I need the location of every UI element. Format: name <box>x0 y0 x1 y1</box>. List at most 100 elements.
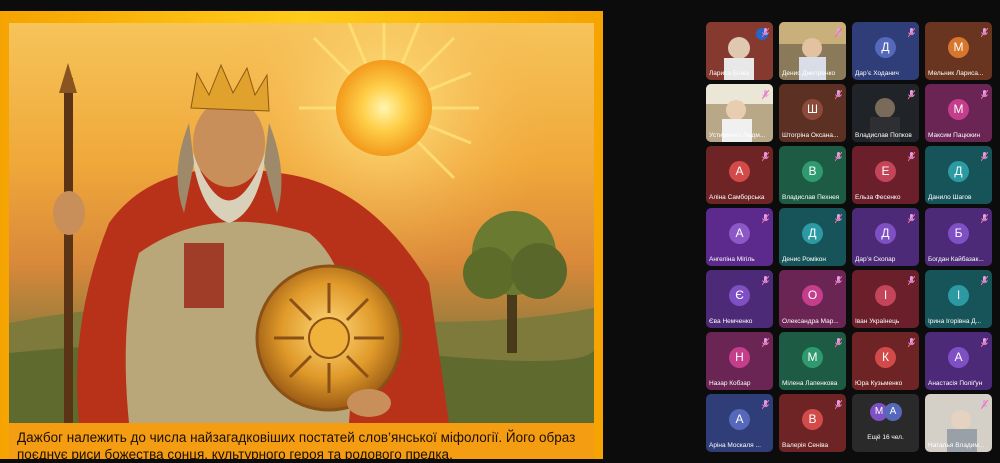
mic-muted-icon <box>761 335 770 348</box>
mic-muted-icon <box>980 87 989 100</box>
participant-tile-28[interactable]: Наталья Владим... <box>925 394 992 452</box>
participant-tile-15[interactable]: Д Дар’я Скопар <box>852 208 919 266</box>
mic-muted-icon <box>980 25 989 38</box>
participant-tile-14[interactable]: Д Денис Ромікон <box>779 208 846 266</box>
participant-tile-26[interactable]: В Валерія Сеніва <box>779 394 846 452</box>
mic-muted-icon <box>761 87 770 100</box>
participant-avatar: І <box>875 285 896 306</box>
participant-avatar: М <box>802 347 823 368</box>
participant-name: Ірина Ігорівна Д... <box>928 318 982 325</box>
caption-line-1: Дажбог належить до числа найзагадковіших… <box>17 430 576 445</box>
participant-tile-2[interactable]: Денис Дмитренко <box>779 22 846 80</box>
participant-name: Богдан Кайбазак... <box>928 256 984 263</box>
slide-caption: Дажбог належить до числа найзагадковіших… <box>9 423 594 462</box>
participant-tile-9[interactable]: А Аліна Самборська <box>706 146 773 204</box>
participant-tile-23[interactable]: К Юра Кузьменко <box>852 332 919 390</box>
mic-muted-icon <box>907 335 916 348</box>
participant-avatar: Д <box>802 223 823 244</box>
participant-tile-12[interactable]: Д Данило Шагов <box>925 146 992 204</box>
participant-name: Устименко Людм... <box>709 132 766 139</box>
participant-tile-20[interactable]: І Ірина Ігорівна Д... <box>925 270 992 328</box>
participant-name: Владислав Пехнея <box>782 194 840 201</box>
slide-caption-text: Дажбог належить до числа найзагадковіших… <box>17 429 592 463</box>
participant-name: Дар’є Ходанич <box>855 70 899 77</box>
participant-name: Мілена Лапенкова <box>782 380 838 387</box>
participant-tile-21[interactable]: Н Назар Кобзар <box>706 332 773 390</box>
participant-avatar: Б <box>948 223 969 244</box>
participant-name: Штогріна Оксана... <box>782 132 839 139</box>
participant-tile-22[interactable]: М Мілена Лапенкова <box>779 332 846 390</box>
participant-tile-18[interactable]: О Олександра Мар... <box>779 270 846 328</box>
participant-avatar: К <box>875 347 896 368</box>
participant-avatar: Д <box>875 37 896 58</box>
dazhboh-illustration <box>9 23 594 423</box>
mic-muted-icon <box>834 149 843 162</box>
slide-artwork <box>9 23 594 423</box>
participant-avatar: В <box>802 409 823 430</box>
mic-muted-icon <box>907 87 916 100</box>
participant-name: Мельник Лариса... <box>928 70 984 77</box>
participant-avatar: М <box>948 99 969 120</box>
participant-name: Дар’я Скопар <box>855 256 896 263</box>
shared-presentation-slide: Дажбог належить до числа найзагадковіших… <box>0 11 603 462</box>
participant-name: Данило Шагов <box>928 194 972 201</box>
participant-name: Олександра Мар... <box>782 318 839 325</box>
participant-tile-5[interactable]: Устименко Людм... <box>706 84 773 142</box>
mic-muted-icon <box>834 25 843 38</box>
mic-muted-icon <box>834 397 843 410</box>
participant-tile-7[interactable]: Владислав Попков <box>852 84 919 142</box>
mic-muted-icon <box>761 211 770 224</box>
participant-name: Аріна Москаля ... <box>709 442 761 449</box>
participant-avatar: А <box>948 347 969 368</box>
participant-tile-13[interactable]: А Ангеліна Мігіль <box>706 208 773 266</box>
participant-avatar: М <box>948 37 969 58</box>
participant-avatar: А <box>729 161 750 182</box>
mic-muted-icon <box>761 397 770 410</box>
mic-muted-icon <box>834 335 843 348</box>
mic-muted-icon <box>761 273 770 286</box>
participant-tile-27[interactable]: М А Ещё 16 чел. <box>852 394 919 452</box>
participant-tile-1[interactable]: Лариса Білка <box>706 22 773 80</box>
mic-muted-icon <box>834 87 843 100</box>
participant-tile-17[interactable]: Є Єва Немченко <box>706 270 773 328</box>
mic-muted-icon <box>980 335 989 348</box>
mic-muted-icon <box>980 149 989 162</box>
more-avatar-2: А <box>884 403 902 421</box>
participant-avatar: Ш <box>802 99 823 120</box>
participant-name: Наталья Владим... <box>928 442 985 449</box>
participant-name: Іван Українець <box>855 318 900 325</box>
participant-name: Денис Дмитренко <box>782 70 836 77</box>
participant-avatar: Е <box>875 161 896 182</box>
mic-muted-icon <box>834 211 843 224</box>
mic-muted-icon <box>980 397 989 410</box>
mic-muted-icon <box>834 273 843 286</box>
participant-name: Валерія Сеніва <box>782 442 829 449</box>
participant-avatar: А <box>729 409 750 430</box>
participant-tile-16[interactable]: Б Богдан Кайбазак... <box>925 208 992 266</box>
participant-tile-24[interactable]: А Анастасія Поліґун <box>925 332 992 390</box>
participant-name: Владислав Попков <box>855 132 912 139</box>
participant-tile-10[interactable]: В Владислав Пехнея <box>779 146 846 204</box>
mic-muted-icon <box>907 273 916 286</box>
participant-tile-11[interactable]: Е Ельза Фесенко <box>852 146 919 204</box>
mic-muted-icon <box>907 211 916 224</box>
participant-avatar: Є <box>729 285 750 306</box>
participant-name: Назар Кобзар <box>709 380 751 387</box>
participant-name: Юра Кузьменко <box>855 380 903 387</box>
participant-name: Ангеліна Мігіль <box>709 256 755 263</box>
participant-tile-6[interactable]: Ш Штогріна Оксана... <box>779 84 846 142</box>
participant-avatar: Н <box>729 347 750 368</box>
participant-tile-3[interactable]: Д Дар’є Ходанич <box>852 22 919 80</box>
participant-name: Максим Пацюкин <box>928 132 981 139</box>
participant-tile-19[interactable]: І Іван Українець <box>852 270 919 328</box>
participant-name: Єва Немченко <box>709 318 753 325</box>
participant-tile-4[interactable]: М Мельник Лариса... <box>925 22 992 80</box>
participant-name: Денис Ромікон <box>782 256 826 263</box>
participant-name: Анастасія Поліґун <box>928 380 983 387</box>
participant-tile-8[interactable]: М Максим Пацюкин <box>925 84 992 142</box>
participant-avatar: І <box>948 285 969 306</box>
participant-avatar: Д <box>948 161 969 182</box>
participant-name: Аліна Самборська <box>709 194 765 201</box>
participant-avatar: О <box>802 285 823 306</box>
participant-tile-25[interactable]: А Аріна Москаля ... <box>706 394 773 452</box>
